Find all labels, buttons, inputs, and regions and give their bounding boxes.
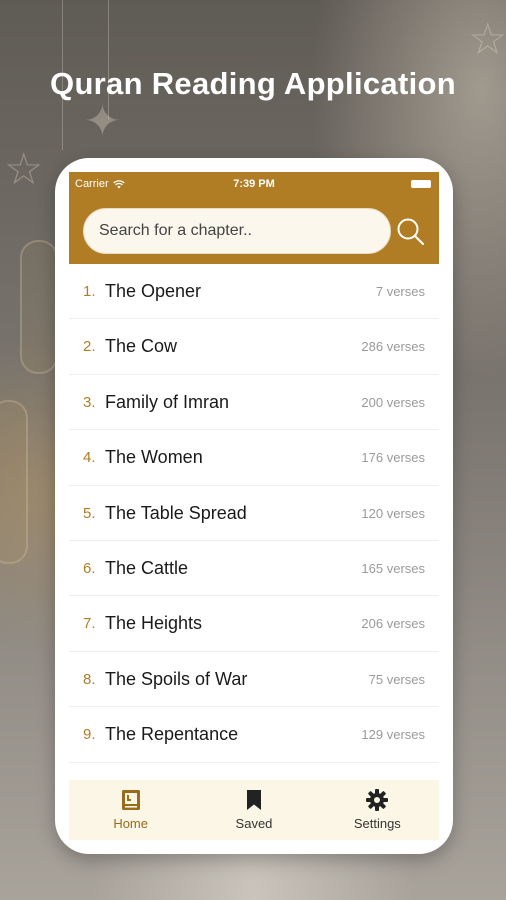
chapter-number: 5. bbox=[83, 504, 96, 522]
chapter-row[interactable]: 7. The Heights 206 verses bbox=[69, 596, 439, 652]
search-placeholder: Search for a chapter.. bbox=[99, 222, 252, 239]
search-input[interactable]: Search for a chapter.. bbox=[83, 208, 391, 254]
chapter-row[interactable]: 2. The Cow 286 verses bbox=[69, 319, 439, 375]
chapter-title: The Women bbox=[105, 447, 203, 468]
star-ornament-icon: ☆ bbox=[4, 144, 44, 195]
battery-icon bbox=[411, 180, 431, 188]
chapter-number: 2. bbox=[83, 338, 96, 356]
chapter-verse-count: 75 verses bbox=[368, 671, 425, 687]
app-header: Carrier 7:39 PM Search for a chapter.. bbox=[69, 172, 439, 264]
bottom-tab-bar: Home Saved Settings bbox=[69, 780, 439, 840]
tab-saved[interactable]: Saved bbox=[192, 780, 315, 840]
chapter-number: 6. bbox=[83, 559, 96, 577]
chapter-verse-count: 7 verses bbox=[375, 284, 425, 299]
search-icon[interactable] bbox=[395, 216, 425, 246]
chapter-title: The Cattle bbox=[105, 557, 189, 578]
tab-settings[interactable]: Settings bbox=[316, 780, 439, 840]
chapter-row[interactable]: 4. The Women 176 verses bbox=[69, 430, 439, 486]
chapter-verse-count: 120 verses bbox=[361, 505, 425, 521]
gear-icon bbox=[366, 789, 389, 811]
chapter-number: 7. bbox=[83, 615, 96, 633]
chapter-number: 4. bbox=[83, 449, 96, 467]
chapter-verse-count: 165 verses bbox=[361, 560, 425, 576]
chapter-title: The Cow bbox=[105, 336, 178, 357]
chapter-number: 1. bbox=[83, 283, 96, 300]
tab-home[interactable]: Home bbox=[69, 780, 192, 840]
chapter-title: The Heights bbox=[105, 613, 203, 634]
lantern-ornament bbox=[0, 400, 28, 564]
chapter-row[interactable]: 5. The Table Spread 120 verses bbox=[69, 486, 439, 541]
tab-saved-label: Saved bbox=[235, 816, 273, 831]
chapter-row[interactable]: 3. Family of Imran 200 verses bbox=[69, 375, 439, 431]
chapter-title: The Spoils of War bbox=[105, 668, 248, 689]
chapter-number: 3. bbox=[83, 393, 96, 411]
chapter-row[interactable]: 6. The Cattle 165 verses bbox=[69, 541, 439, 597]
book-icon bbox=[121, 790, 140, 810]
phone-frame: Carrier 7:39 PM Search for a chapter.. 1… bbox=[55, 158, 453, 854]
promo-headline: Quran Reading Application bbox=[50, 66, 456, 101]
chapter-verse-count: 200 verses bbox=[361, 394, 425, 410]
chapter-verse-count: 206 verses bbox=[361, 616, 425, 632]
chapter-row[interactable]: 9. The Repentance 129 verses bbox=[69, 707, 439, 763]
lantern-ornament bbox=[20, 240, 58, 374]
chapter-title: The Opener bbox=[105, 281, 202, 301]
chapter-verse-count: 176 verses bbox=[361, 450, 425, 466]
app-screen: Carrier 7:39 PM Search for a chapter.. 1… bbox=[69, 172, 439, 840]
status-time: 7:39 PM bbox=[233, 178, 275, 190]
chapter-list: 1. The Opener 7 verses 2. The Cow 286 ve… bbox=[69, 264, 439, 763]
chapter-number: 8. bbox=[83, 670, 96, 688]
chapter-verse-count: 129 verses bbox=[361, 727, 425, 743]
chapter-title: The Table Spread bbox=[105, 502, 247, 523]
chapter-title: The Repentance bbox=[105, 724, 239, 745]
chapter-row[interactable]: 1. The Opener 7 verses bbox=[69, 264, 439, 320]
star-ornament-icon: ☆ bbox=[468, 14, 506, 65]
tab-settings-label: Settings bbox=[353, 816, 401, 831]
star-ornament-icon: ✦ bbox=[84, 96, 121, 147]
status-bar: Carrier 7:39 PM bbox=[69, 172, 439, 196]
bookmark-icon bbox=[246, 790, 261, 810]
chapter-row[interactable]: 8. The Spoils of War 75 verses bbox=[69, 652, 439, 708]
tab-home-label: Home bbox=[113, 816, 148, 831]
chapter-title: Family of Imran bbox=[105, 391, 230, 412]
chapter-verse-count: 286 verses bbox=[361, 339, 425, 355]
chapter-number: 9. bbox=[83, 726, 96, 744]
